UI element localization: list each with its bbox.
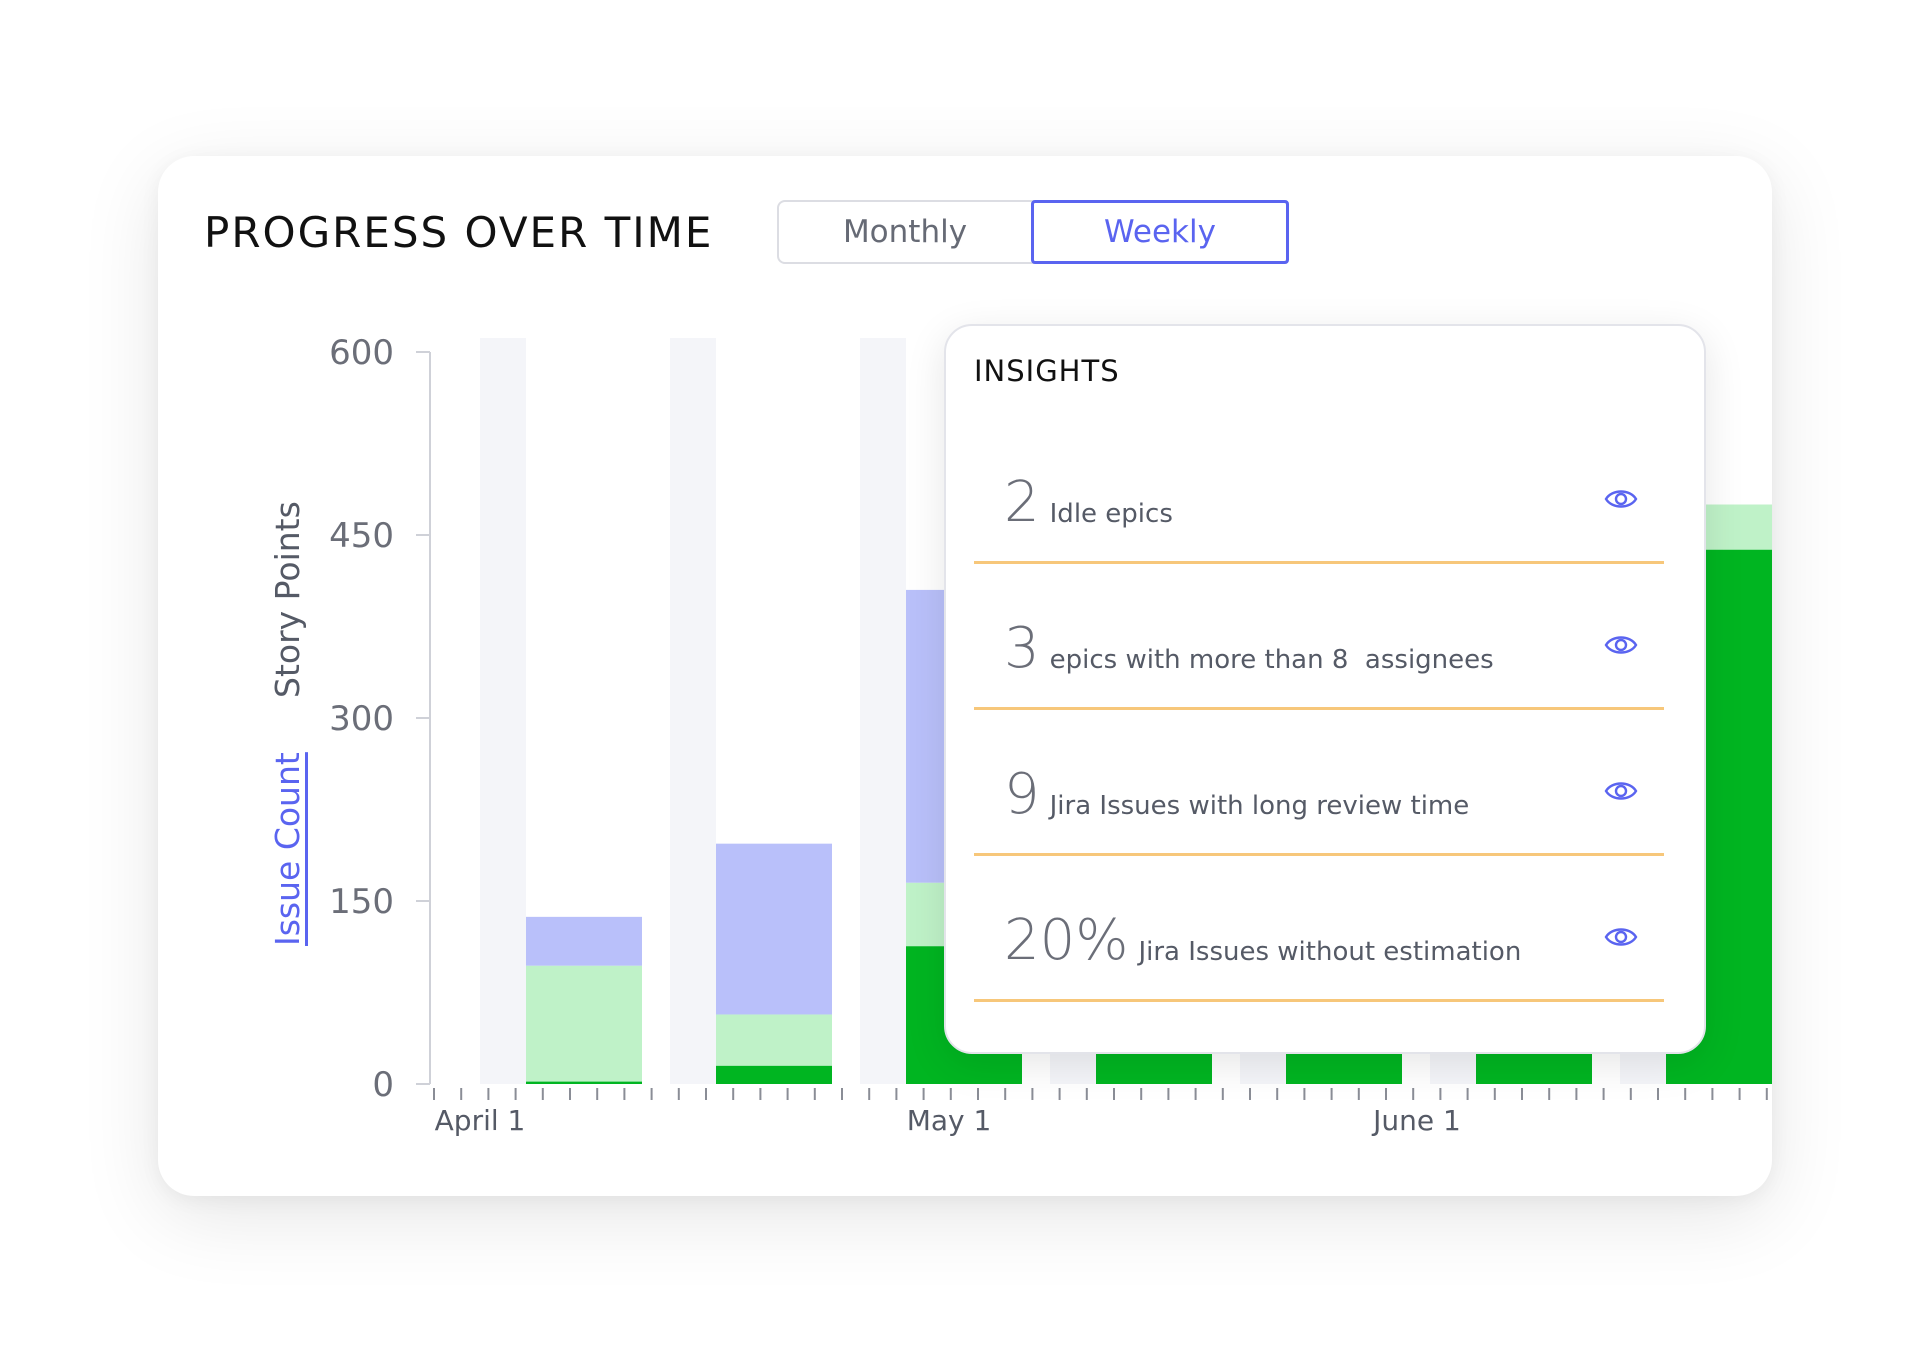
bar-segment-in_progress (526, 965, 642, 1082)
y-tick-label: 300 (329, 699, 394, 739)
bar-segment-in_progress (716, 1014, 832, 1066)
insight-value: 20% (1004, 908, 1129, 973)
y-tick-label: 450 (329, 516, 394, 556)
bar-segment-done (716, 1065, 832, 1084)
column-background (670, 338, 716, 1084)
insight-value: 2 (1004, 470, 1040, 535)
insight-label: Jira Issues with long review time (1049, 791, 1470, 821)
eye-icon[interactable] (1604, 925, 1638, 949)
column-background (860, 338, 906, 1084)
insights-panel: INSIGHTS 2 Idle epics 3 epics with more tha… (944, 324, 1706, 1054)
y-tick-label: 150 (329, 882, 394, 922)
eye-icon[interactable] (1604, 779, 1638, 803)
column-background (480, 338, 526, 1084)
bar-segment-todo (716, 843, 832, 1015)
insight-value: 3 (1004, 616, 1040, 681)
x-tick-label: June 1 (1371, 1104, 1461, 1137)
insight-item[interactable]: 2 Idle epics (974, 418, 1664, 564)
bar-segment-todo (526, 916, 642, 966)
x-tick-label: May 1 (907, 1104, 992, 1137)
x-tick-label: April 1 (435, 1104, 526, 1137)
y-tick-label: 600 (329, 333, 394, 373)
insight-item[interactable]: 3 epics with more than 8 assignees (974, 564, 1664, 710)
insight-label: epics with more than 8 assignees (1049, 645, 1494, 675)
eye-icon[interactable] (1604, 633, 1638, 657)
progress-over-time-card: PROGRESS OVER TIME Monthly Weekly Story … (158, 156, 1772, 1196)
insight-label: Jira Issues without estimation (1138, 937, 1522, 967)
bar-segment-done (526, 1081, 642, 1084)
insight-label: Idle epics (1049, 499, 1173, 529)
insight-value: 9 (1004, 762, 1040, 827)
insights-title: INSIGHTS (974, 354, 1120, 388)
eye-icon[interactable] (1604, 487, 1638, 511)
insight-item[interactable]: 20% Jira Issues without estimation (974, 856, 1664, 1002)
insight-item[interactable]: 9 Jira Issues with long review time (974, 710, 1664, 856)
y-tick-label: 0 (372, 1065, 394, 1105)
